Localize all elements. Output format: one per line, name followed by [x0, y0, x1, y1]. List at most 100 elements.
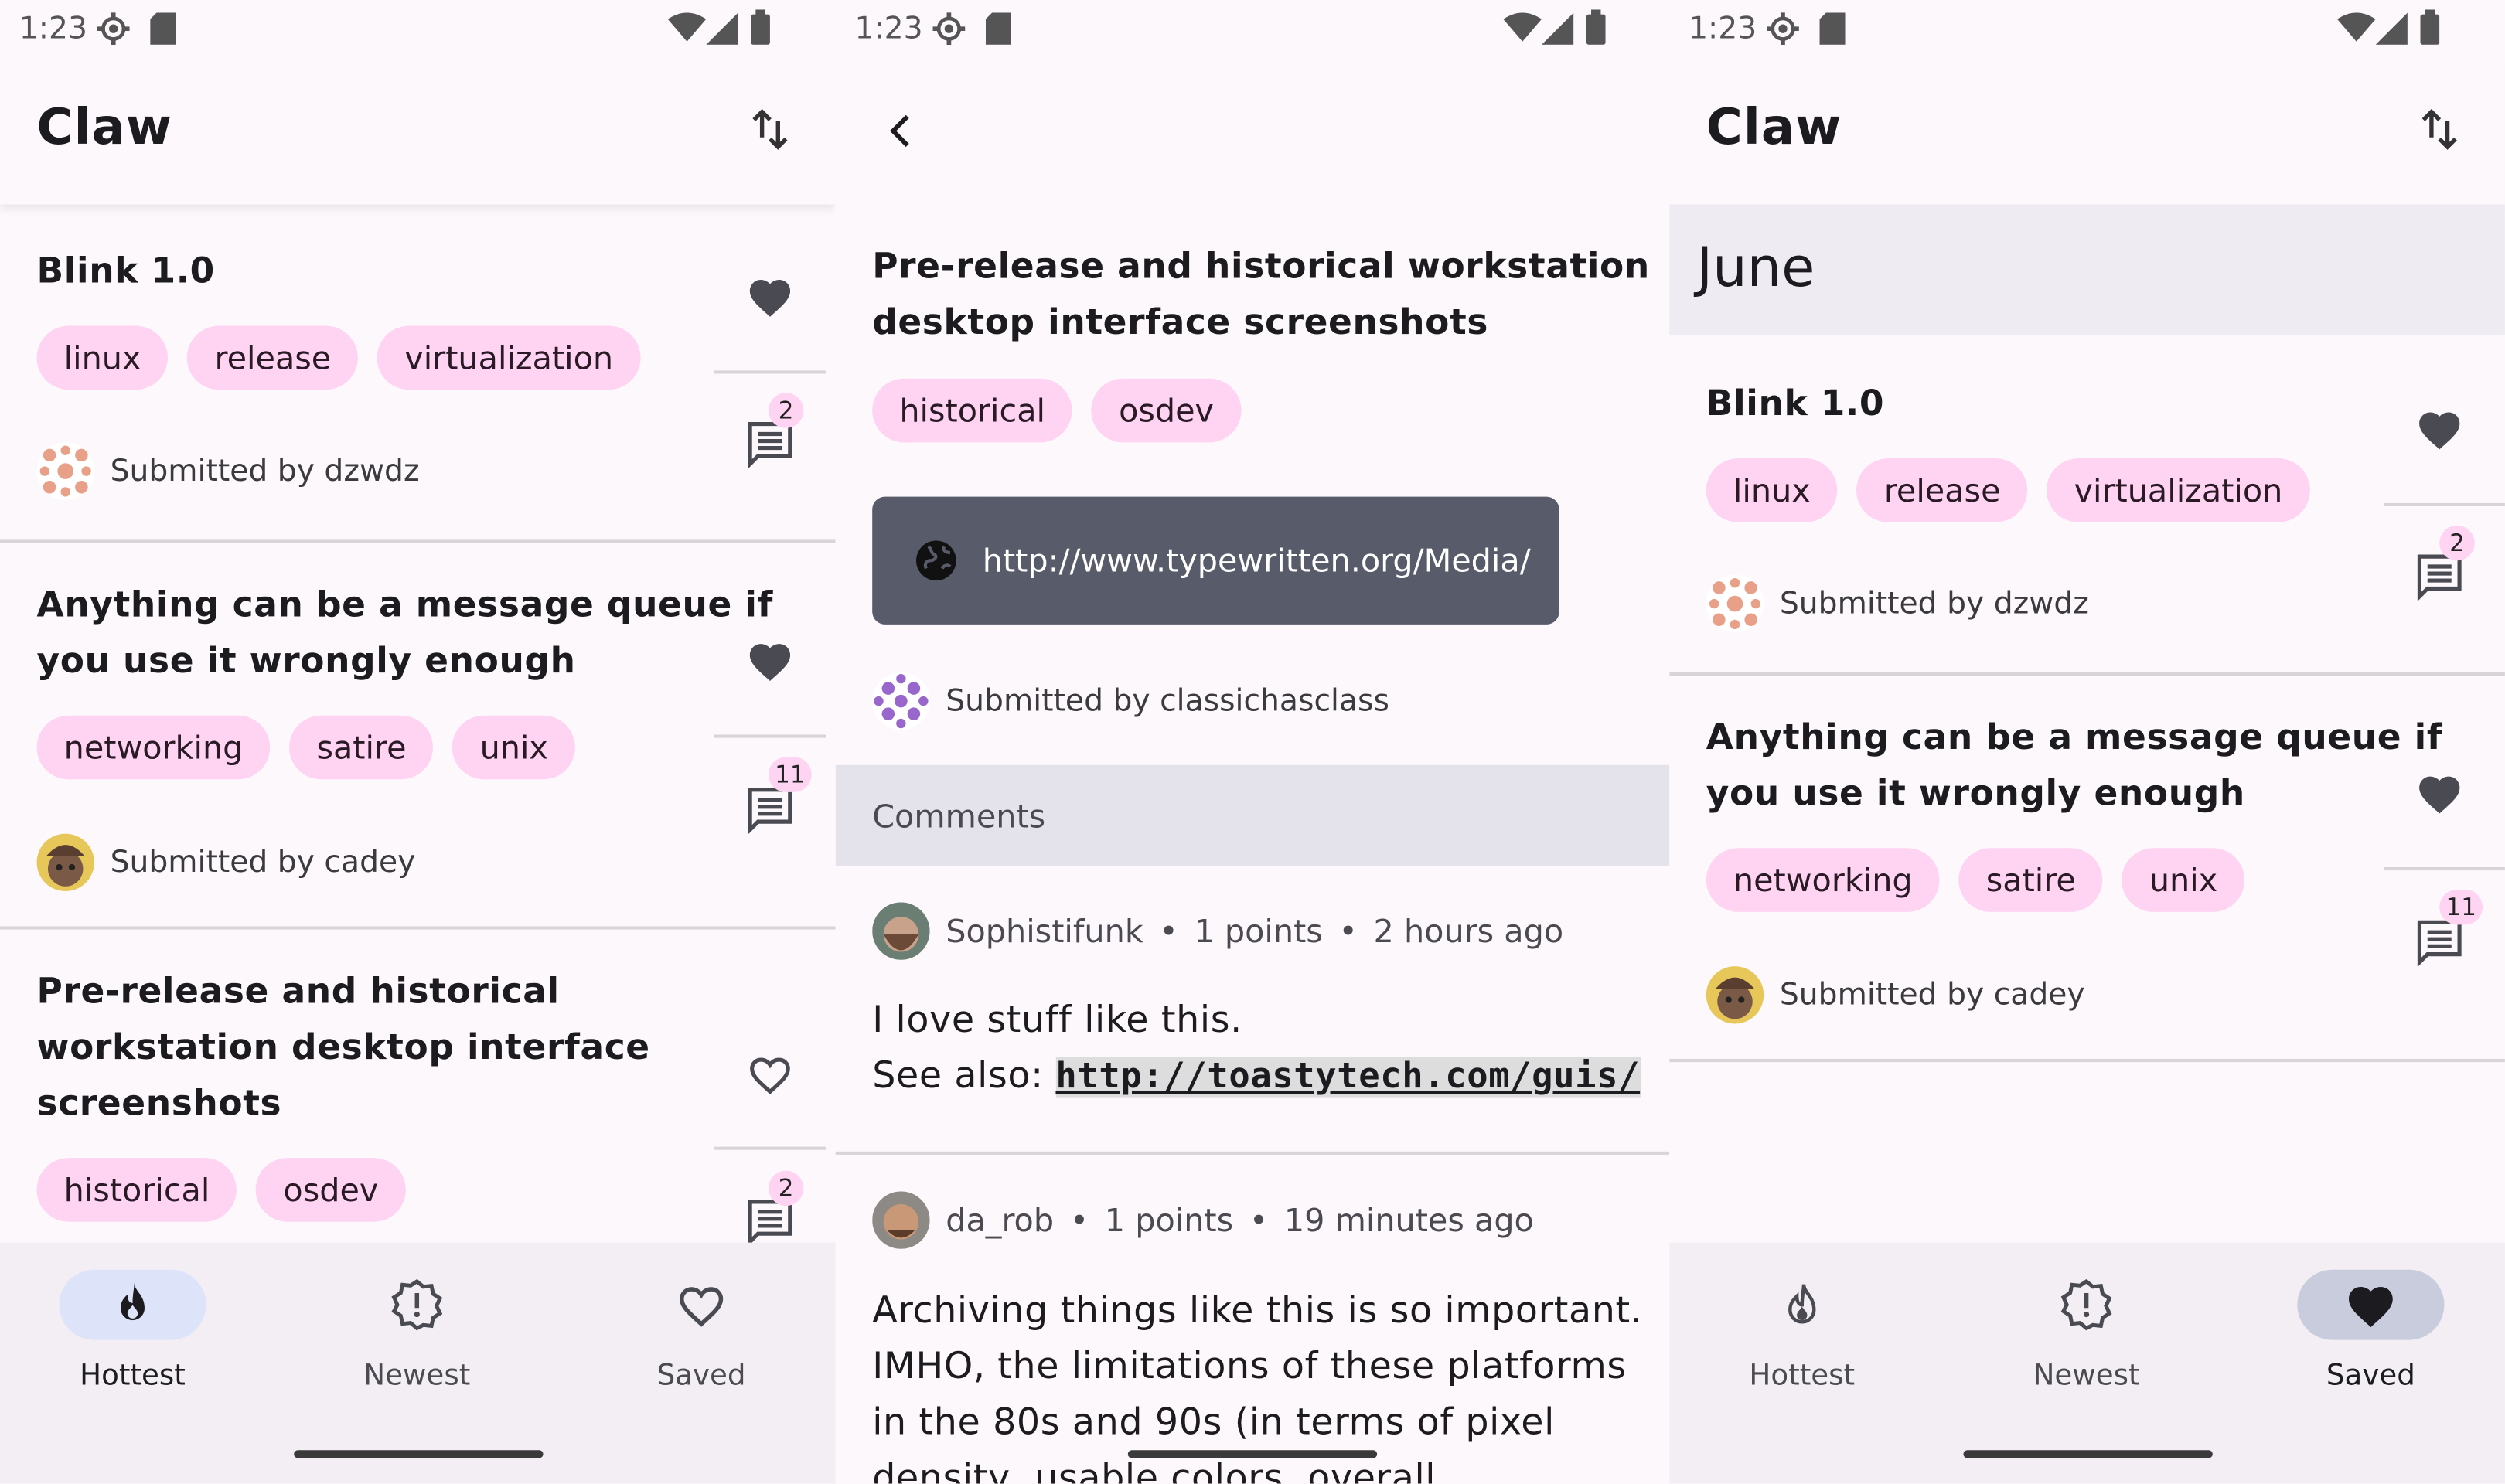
nav-hottest[interactable]: Hottest	[1706, 1270, 1898, 1393]
post-title[interactable]: Blink 1.0	[1706, 377, 1884, 433]
comment-count-badge: 2	[768, 1170, 804, 1207]
nav-newest[interactable]: Newest	[1991, 1270, 2183, 1393]
post-title[interactable]: Blink 1.0	[37, 244, 215, 300]
top-app-bar: Claw	[0, 57, 836, 205]
tag-list: networking satire unix	[1706, 848, 2245, 912]
avatar	[872, 902, 930, 960]
heart-filled-icon[interactable]	[2415, 407, 2463, 451]
tag-chip[interactable]: release	[187, 325, 359, 390]
saved-screen: 1:23 Claw June Blink 1.0 linux release v…	[1669, 0, 2505, 1484]
avatar	[1706, 966, 1764, 1024]
tag-chip[interactable]: linux	[1706, 458, 1838, 522]
tag-chip[interactable]: historical	[36, 1158, 237, 1222]
tag-chip[interactable]: networking	[1706, 848, 1940, 912]
tag-chip[interactable]: linux	[36, 325, 169, 390]
comment-time: 2 hours ago	[1373, 911, 1564, 951]
post-title[interactable]: Pre-release and historical workstation d…	[37, 965, 650, 1132]
tag-chip[interactable]: satire	[289, 715, 434, 780]
tag-chip[interactable]: osdev	[1091, 378, 1242, 443]
back-arrow-icon[interactable]	[884, 111, 918, 152]
status-bar: 1:23	[0, 0, 836, 57]
byline-text: Submitted by classichasclass	[946, 683, 1389, 719]
top-app-bar	[835, 57, 1670, 205]
sort-icon[interactable]	[2418, 105, 2460, 153]
comment-count-badge: 2	[2439, 525, 2475, 561]
gesture-handle[interactable]	[293, 1450, 543, 1458]
status-bar: 1:23	[836, 0, 1670, 57]
avatar	[36, 833, 94, 891]
tag-chip[interactable]: networking	[36, 715, 271, 780]
tag-chip[interactable]: historical	[872, 378, 1073, 443]
tag-chip[interactable]: unix	[452, 715, 576, 780]
settings-status-icon	[1767, 12, 1799, 46]
nav-newest[interactable]: Newest	[321, 1270, 513, 1393]
comment-icon[interactable]	[2415, 918, 2463, 967]
post-title-line: you use it wrongly enough	[1706, 774, 2245, 815]
battery-icon	[1586, 9, 1606, 45]
flame-outline-icon	[1788, 1284, 1816, 1324]
post-title[interactable]: Anything can be a message queue if you u…	[1706, 711, 2442, 823]
comment-icon[interactable]	[746, 786, 794, 834]
nav-indicator	[1729, 1270, 1876, 1340]
gesture-handle[interactable]	[1962, 1450, 2212, 1458]
heart-filled-icon[interactable]	[2415, 771, 2463, 815]
top-app-bar: Claw	[1669, 57, 2505, 205]
flame-icon	[121, 1282, 145, 1321]
cell-signal-icon	[706, 12, 738, 45]
tag-chip[interactable]: unix	[2122, 848, 2245, 912]
status-time: 1:23	[1689, 11, 1757, 46]
status-bar: 1:23	[1669, 0, 2505, 57]
battery-icon	[751, 9, 770, 45]
post-title[interactable]: Anything can be a message queue if you u…	[37, 578, 773, 690]
gesture-handle[interactable]	[1127, 1450, 1378, 1458]
comment-time: 19 minutes ago	[1283, 1200, 1534, 1240]
nav-saved[interactable]: Saved	[605, 1270, 797, 1393]
hottest-screen: 1:23 Claw Blink 1.0 linux release virtua…	[0, 0, 836, 1484]
divider	[714, 1146, 826, 1150]
comment-line: in the 80s and 90s (in terms of pixel	[872, 1402, 1555, 1444]
detail-title-line: Pre-release and historical workstation	[872, 247, 1650, 288]
tag-chip[interactable]: satire	[1958, 848, 2103, 912]
link-button[interactable]: http://www.typewritten.org/Media/	[872, 496, 1559, 625]
nav-hottest[interactable]: Hottest	[37, 1269, 229, 1393]
byline-text: Submitted by cadey	[1779, 977, 2085, 1013]
heart-filled-icon[interactable]	[746, 639, 794, 682]
nav-label: Saved	[2326, 1359, 2415, 1393]
cell-signal-icon	[2375, 12, 2408, 45]
cell-signal-icon	[1541, 12, 1574, 45]
divider	[2383, 867, 2505, 871]
sort-icon[interactable]	[749, 105, 791, 153]
comment-body: I love stuff like this. See also: http:/…	[872, 993, 1641, 1105]
byline: Submitted by dzwdz	[1706, 574, 2089, 633]
settings-status-icon	[932, 12, 966, 46]
nav-active-indicator	[59, 1269, 206, 1340]
tag-list: networking satire unix	[36, 715, 576, 780]
screenshot-root: 1:23 Claw Blink 1.0 linux release virtua…	[0, 0, 2505, 1484]
divider	[0, 926, 836, 930]
comment-author[interactable]: da_rob	[946, 1201, 1054, 1240]
tag-chip[interactable]: release	[1856, 458, 2028, 522]
divider	[2383, 502, 2505, 507]
tag-chip[interactable]: osdev	[256, 1158, 406, 1222]
comment-link[interactable]: http://toastytech.com/guis/	[1055, 1057, 1641, 1098]
comment-meta: Sophistifunk • 1 points • 2 hours ago	[872, 902, 1564, 960]
nav-active-indicator	[2297, 1269, 2445, 1340]
tag-list: historical osdev	[36, 1158, 406, 1222]
nav-saved[interactable]: Saved	[2275, 1269, 2466, 1393]
nav-label: Newest	[363, 1359, 471, 1393]
nav-indicator	[343, 1270, 490, 1340]
tag-list: historical osdev	[872, 378, 1242, 443]
bullet: •	[1338, 911, 1358, 951]
month-label: June	[1696, 236, 1815, 301]
avatar	[36, 442, 94, 500]
heart-outline-icon[interactable]	[746, 1053, 794, 1096]
tag-chip[interactable]: virtualization	[377, 325, 641, 390]
tag-chip[interactable]: virtualization	[2047, 458, 2310, 522]
avatar	[872, 1191, 930, 1249]
divider	[835, 1151, 1670, 1155]
byline: Submitted by cadey	[1706, 966, 2085, 1024]
comment-author[interactable]: Sophistifunk	[946, 912, 1143, 951]
bullet: •	[1069, 1200, 1089, 1240]
nav-label: Saved	[656, 1359, 746, 1393]
heart-filled-icon[interactable]	[746, 274, 794, 318]
